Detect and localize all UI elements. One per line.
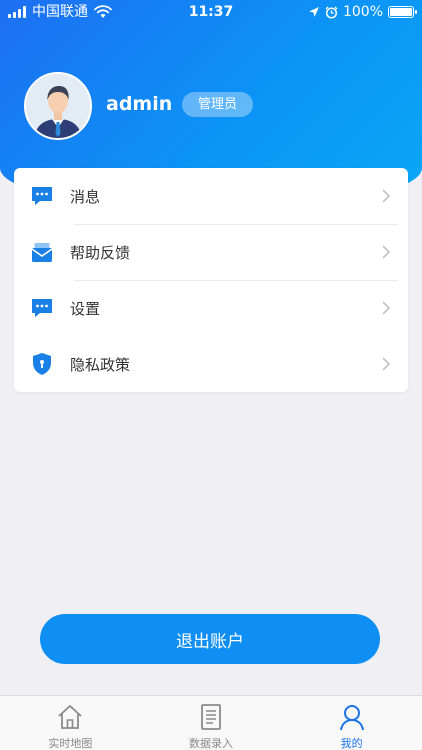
mail-icon xyxy=(31,243,53,262)
menu-item-messages[interactable]: 消息 xyxy=(14,168,408,224)
menu-card: 消息 帮助反馈 设置 隐私政策 xyxy=(14,168,408,392)
menu-item-label: 消息 xyxy=(70,187,101,206)
location-arrow-icon xyxy=(308,7,319,17)
home-icon xyxy=(58,705,82,729)
status-right: 100% xyxy=(308,0,417,24)
menu-item-privacy-policy[interactable]: 隐私政策 xyxy=(14,336,408,392)
user-icon xyxy=(339,705,364,731)
alarm-icon xyxy=(325,6,338,19)
menu-item-label: 帮助反馈 xyxy=(70,243,131,262)
menu-item-label: 隐私政策 xyxy=(70,355,131,374)
menu-item-help-feedback[interactable]: 帮助反馈 xyxy=(14,224,408,280)
chevron-right-icon xyxy=(382,189,391,203)
logout-button[interactable]: 退出账户 xyxy=(40,614,380,664)
message-icon xyxy=(32,187,52,205)
tab-label: 实时地图 xyxy=(48,737,93,750)
menu-item-label: 设置 xyxy=(70,299,101,318)
settings-message-icon xyxy=(32,299,52,317)
tab-data-entry[interactable]: 数据录入 xyxy=(141,696,282,750)
battery-icon xyxy=(388,6,417,18)
user-portrait-icon xyxy=(26,74,90,138)
shield-icon xyxy=(33,353,51,375)
status-bar: 中国联通 11:37 100% xyxy=(0,0,422,24)
battery-percent: 100% xyxy=(342,4,383,20)
tab-mine[interactable]: 我的 xyxy=(281,696,422,750)
chevron-right-icon xyxy=(382,357,391,371)
username: admin xyxy=(106,93,173,115)
profile-page: 中国联通 11:37 100% admin 管理员 消息 帮助反馈 设置 隐私政… xyxy=(0,0,422,750)
tab-label: 数据录入 xyxy=(189,737,233,750)
tab-label: 我的 xyxy=(340,737,363,750)
menu-item-settings[interactable]: 设置 xyxy=(14,280,408,336)
tab-bar: 实时地图 数据录入 我的 xyxy=(0,695,422,750)
avatar[interactable] xyxy=(24,72,92,140)
document-icon xyxy=(201,704,221,730)
chevron-right-icon xyxy=(382,301,391,315)
chevron-right-icon xyxy=(382,245,391,259)
tab-realtime-map[interactable]: 实时地图 xyxy=(0,696,141,750)
role-badge: 管理员 xyxy=(182,92,254,117)
